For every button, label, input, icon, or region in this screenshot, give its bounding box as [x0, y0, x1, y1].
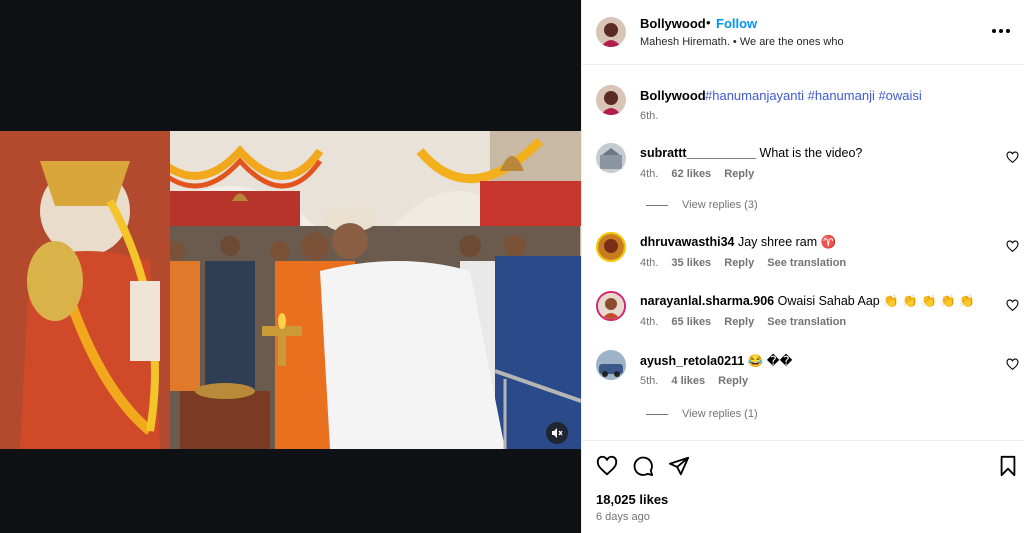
replies-divider — [646, 204, 668, 206]
comment-time: 4th. — [640, 257, 659, 269]
heart-icon[interactable] — [1006, 151, 1019, 164]
caption-avatar[interactable] — [596, 85, 626, 115]
view-replies-label: View replies (1) — [682, 408, 758, 420]
mute-button[interactable] — [546, 422, 568, 444]
post-video[interactable] — [0, 131, 581, 449]
see-translation-button[interactable]: See translation — [767, 257, 846, 269]
view-replies-button[interactable]: View replies (1) — [646, 408, 758, 420]
follow-button[interactable]: Follow — [716, 16, 757, 31]
commenter-avatar[interactable] — [596, 350, 626, 380]
comment-icon[interactable] — [632, 455, 654, 477]
commenter-avatar[interactable] — [596, 232, 626, 262]
audio-info[interactable]: Mahesh Hiremath. • We are the ones who — [640, 36, 844, 48]
more-options-button[interactable] — [992, 21, 1016, 41]
commenter-avatar[interactable] — [596, 291, 626, 321]
comment-text: What is the video? — [759, 146, 863, 160]
caption-time: 6th. — [640, 110, 659, 122]
comment-item: narayanlal.sharma.906 Owaisi Sahab Aap 👏… — [582, 291, 1024, 341]
comment-time: 4th. — [640, 316, 659, 328]
speaker-muted-icon — [552, 428, 563, 438]
comment-time: 5th. — [640, 375, 659, 387]
post-actions: 18,025 likes 6 days ago — [582, 440, 1024, 533]
reply-button[interactable]: Reply — [724, 257, 754, 269]
comment-likes[interactable]: 62 likes — [671, 168, 711, 180]
comment-username[interactable]: dhruvawasthi34 — [640, 235, 734, 249]
comment-item: subrattt__________ What is the video? 4t… — [582, 143, 1024, 193]
comment-item: ayush_retola0211 😂 �� 5th. 4 likes Reply — [582, 350, 1024, 400]
comment-item: dhruvawasthi34 Jay shree ram ♈ 4th. 35 l… — [582, 232, 1024, 282]
reply-button[interactable]: Reply — [724, 168, 754, 180]
comment-username[interactable]: ayush_retola0211 — [640, 354, 744, 368]
reply-button[interactable]: Reply — [718, 375, 748, 387]
comment-likes[interactable]: 4 likes — [671, 375, 705, 387]
comment-text: 😂 �� — [747, 354, 793, 368]
comment-likes[interactable]: 35 likes — [671, 257, 711, 269]
heart-icon[interactable] — [1006, 299, 1019, 312]
view-replies-label: View replies (3) — [682, 199, 758, 211]
post-date: 6 days ago — [596, 511, 650, 523]
heart-icon[interactable] — [1006, 240, 1019, 253]
author-username[interactable]: Bollywood — [640, 16, 706, 31]
comment-likes[interactable]: 65 likes — [671, 316, 711, 328]
heart-icon[interactable] — [1006, 358, 1019, 371]
replies-divider — [646, 413, 668, 415]
reply-button[interactable]: Reply — [724, 316, 754, 328]
see-translation-button[interactable]: See translation — [767, 316, 846, 328]
media-pane — [0, 0, 581, 533]
author-avatar[interactable] — [596, 17, 626, 47]
bookmark-icon[interactable] — [997, 455, 1019, 477]
share-icon[interactable] — [668, 455, 690, 477]
heart-icon[interactable] — [596, 455, 618, 477]
comment-text: Jay shree ram ♈ — [737, 235, 837, 249]
comment-username[interactable]: subrattt__________ — [640, 146, 756, 160]
comment-username[interactable]: narayanlal.sharma.906 — [640, 294, 774, 308]
comment-time: 4th. — [640, 168, 659, 180]
view-replies-button[interactable]: View replies (3) — [646, 199, 758, 211]
post-header: Bollywood • Follow Mahesh Hiremath. • We… — [582, 0, 1024, 65]
comment-text: Owaisi Sahab Aap 👏 👏 👏 👏 👏 — [777, 294, 975, 308]
temple-scene-image — [0, 131, 581, 449]
post-sidebar: Bollywood • Follow Mahesh Hiremath. • We… — [581, 0, 1024, 533]
caption-hashtags[interactable]: #hanumanjayanti #hanumanji #owaisi — [705, 88, 922, 103]
separator-dot: • — [706, 15, 711, 30]
more-horizontal-icon — [992, 29, 996, 33]
commenter-avatar[interactable] — [596, 143, 626, 173]
likes-count[interactable]: 18,025 likes — [596, 492, 668, 507]
caption-username[interactable]: Bollywood — [640, 88, 706, 103]
